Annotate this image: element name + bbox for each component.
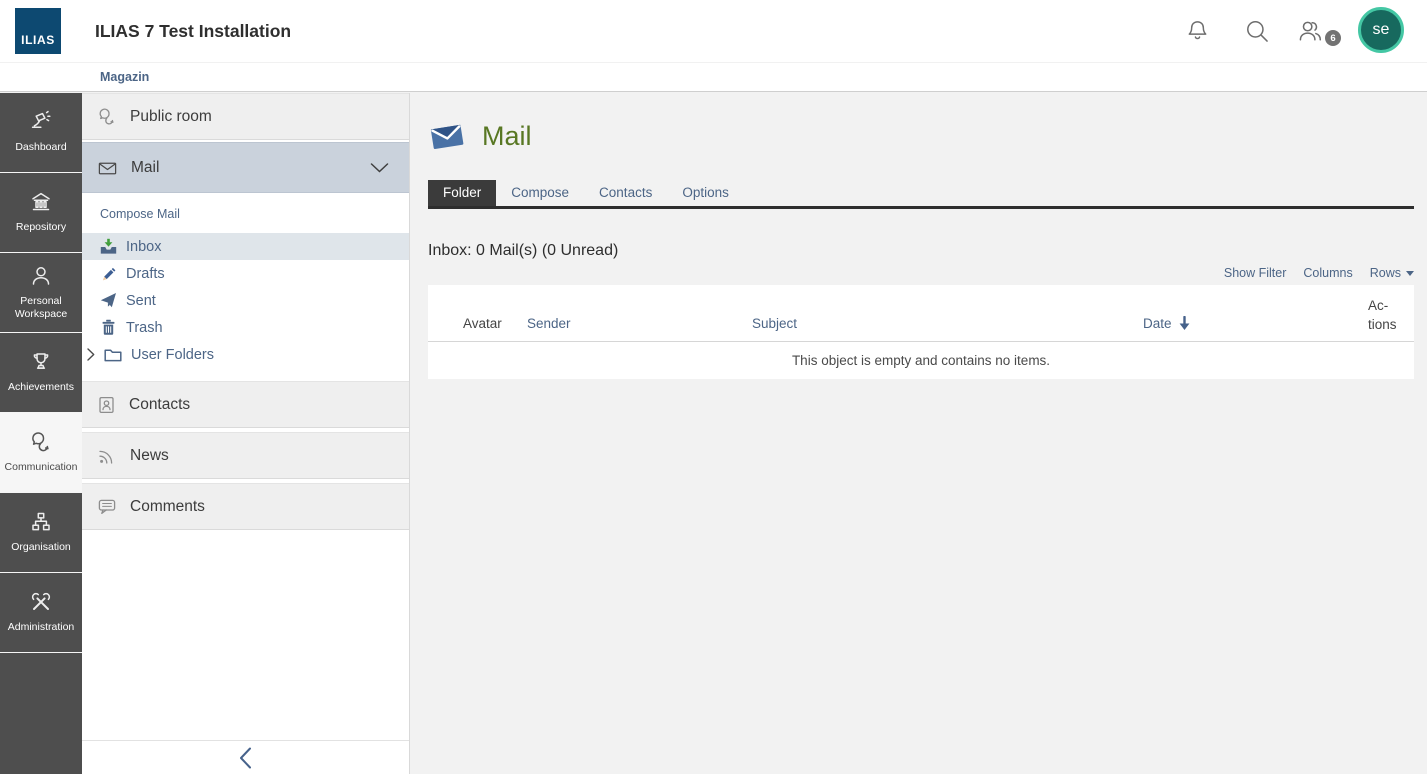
rail-item-administration[interactable]: Administration <box>0 573 82 653</box>
slate-entry-label: Mail <box>131 159 159 177</box>
column-header-subject[interactable]: Subject <box>752 316 1143 341</box>
folder-icon <box>104 347 122 363</box>
bank-icon <box>29 190 53 214</box>
rail-item-label: Communication <box>5 461 78 474</box>
sort-descending-icon <box>1178 316 1191 331</box>
tab-folder[interactable]: Folder <box>428 180 496 206</box>
tree-item-label: Trash <box>126 320 163 336</box>
rail-item-label: Achievements <box>8 381 74 394</box>
person-icon <box>29 264 53 288</box>
inbox-status-line: Inbox: 0 Mail(s) (0 Unread) <box>428 242 1414 260</box>
mail-table: Avatar Sender Subject Date Ac- tions Thi… <box>428 285 1414 379</box>
rail-item-label: Administration <box>8 621 75 634</box>
object-title: Mail <box>482 121 532 152</box>
slate-entry-contacts[interactable]: Contacts <box>82 381 409 428</box>
ilias-logo[interactable]: ILIAS <box>15 8 61 54</box>
pencil-icon <box>100 265 117 282</box>
slate-entry-news[interactable]: News <box>82 432 409 479</box>
column-header-avatar: Avatar <box>428 316 527 341</box>
tree-item-label: User Folders <box>131 347 214 363</box>
tree-item-label: Inbox <box>126 239 161 255</box>
main-body: Dashboard Personal Workspace Repository <box>0 93 1427 774</box>
communication-slate: Public room Mail Compose Mail <box>82 93 410 774</box>
chat-bubbles-icon <box>97 107 117 127</box>
crossed-tools-icon <box>29 590 53 614</box>
tree-item-sent[interactable]: Sent <box>82 287 409 314</box>
tab-compose[interactable]: Compose <box>496 180 584 206</box>
slate-entry-mail[interactable]: Mail <box>82 142 409 193</box>
slate-entry-label: News <box>130 447 169 465</box>
tree-item-trash[interactable]: Trash <box>82 314 409 341</box>
contact-card-icon <box>97 395 116 415</box>
slate-entry-comments[interactable]: Comments <box>82 483 409 530</box>
columns-link[interactable]: Columns <box>1303 266 1352 280</box>
column-header-actions: Ac- tions <box>1368 297 1414 341</box>
column-header-sender[interactable]: Sender <box>527 316 752 341</box>
trash-icon <box>100 319 117 336</box>
comment-bubble-icon <box>97 497 117 517</box>
desk-lamp-icon <box>29 110 53 134</box>
table-header-row: Avatar Sender Subject Date Ac- tions <box>428 285 1414 342</box>
slate-entry-public-room[interactable]: Public room <box>82 93 409 140</box>
slate-entry-label: Comments <box>130 498 205 516</box>
slate-entry-label: Public room <box>130 108 212 126</box>
slate-entry-label: Contacts <box>129 396 190 414</box>
rail-item-repository[interactable]: Personal Workspace Repository <box>0 173 82 253</box>
rail-item-achievements[interactable]: Achievements <box>0 333 82 413</box>
chevron-right-icon[interactable] <box>87 348 95 361</box>
users-icon[interactable] <box>1296 17 1324 45</box>
mail-folder-tree: Compose Mail Inbox <box>82 193 409 381</box>
logo-text: ILIAS <box>21 33 55 47</box>
breadcrumb[interactable]: Magazin <box>100 63 149 91</box>
envelope-icon <box>97 158 118 178</box>
main-nav-rail: Dashboard Personal Workspace Repository <box>0 93 82 774</box>
chevron-down-icon[interactable] <box>370 163 389 173</box>
tree-item-drafts[interactable]: Drafts <box>82 260 409 287</box>
online-users-badge[interactable]: 6 <box>1325 30 1341 46</box>
avatar[interactable]: se <box>1358 7 1404 53</box>
search-icon[interactable] <box>1244 18 1270 44</box>
show-filter-link[interactable]: Show Filter <box>1224 266 1287 280</box>
bell-icon[interactable] <box>1185 18 1210 44</box>
page-title-header: ILIAS 7 Test Installation <box>95 0 291 62</box>
tree-item-label: Drafts <box>126 266 165 282</box>
rail-item-communication[interactable]: Communication <box>0 413 82 493</box>
mail-envelope-icon <box>428 119 466 153</box>
rail-item-label: Organisation <box>11 541 71 554</box>
compose-mail-link[interactable]: Compose Mail <box>100 207 180 221</box>
breadcrumb-bar: Magazin <box>0 62 1427 92</box>
rail-item-label: Repository <box>16 221 66 234</box>
tab-contacts[interactable]: Contacts <box>584 180 667 206</box>
tab-options[interactable]: Options <box>667 180 744 206</box>
paper-plane-icon <box>100 292 117 309</box>
tree-item-inbox[interactable]: Inbox <box>82 233 409 260</box>
chevron-left-icon <box>239 747 252 769</box>
tree-item-label: Sent <box>126 293 156 309</box>
inbox-icon <box>100 238 117 255</box>
table-controls: Show Filter Columns Rows <box>428 266 1414 280</box>
empty-table-message: This object is empty and contains no ite… <box>428 342 1414 379</box>
top-header: ILIAS ILIAS 7 Test Installation 6 se <box>0 0 1427 62</box>
rail-item-organisation[interactable]: Organisation <box>0 493 82 573</box>
tab-bar: Folder Compose Contacts Options <box>428 180 1414 209</box>
rows-label: Rows <box>1370 266 1401 280</box>
rows-dropdown[interactable]: Rows <box>1370 266 1414 280</box>
rss-icon <box>97 446 117 466</box>
collapse-slate-button[interactable] <box>82 740 409 774</box>
rail-item-personal-workspace[interactable]: Personal Workspace <box>0 253 82 333</box>
column-header-date[interactable]: Date <box>1143 316 1368 341</box>
rail-item-label: Dashboard <box>15 141 66 154</box>
caret-down-icon <box>1406 271 1414 276</box>
org-chart-icon <box>29 510 53 534</box>
object-header: Mail <box>428 118 1414 154</box>
content-area: Mail Folder Compose Contacts Options Inb… <box>410 93 1427 774</box>
chat-bubbles-icon <box>29 430 53 454</box>
rail-item-dashboard[interactable]: Dashboard <box>0 93 82 173</box>
trophy-icon <box>29 350 53 374</box>
rail-item-label: Personal Workspace <box>10 295 72 321</box>
date-label: Date <box>1143 316 1172 331</box>
tree-item-user-folders[interactable]: User Folders <box>82 341 409 368</box>
